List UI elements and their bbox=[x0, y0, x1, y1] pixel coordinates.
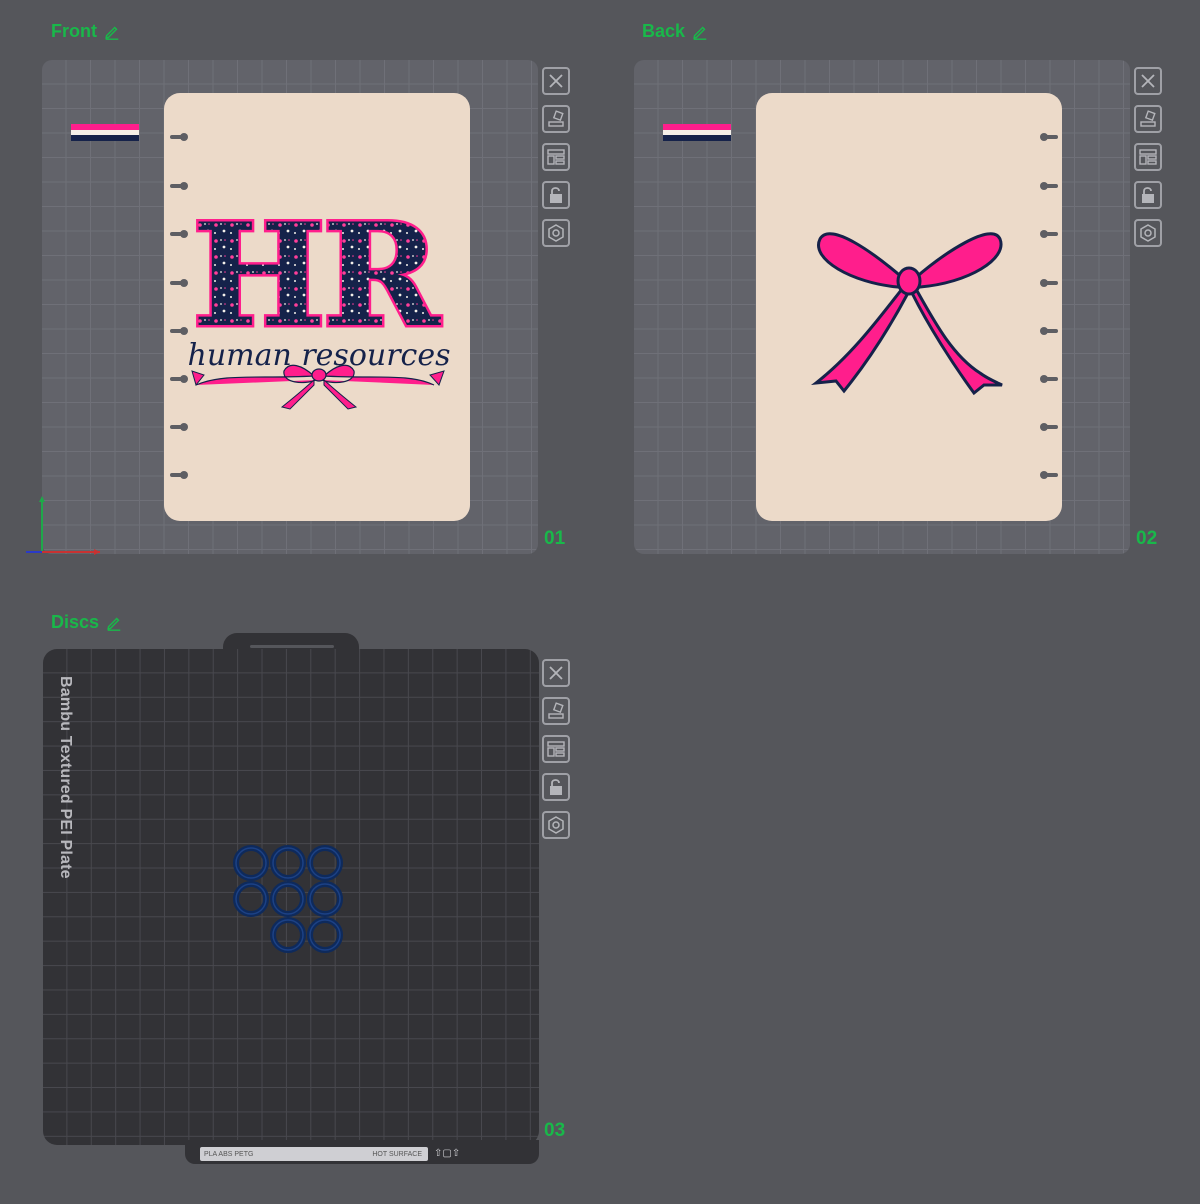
plate-1-title[interactable]: Front bbox=[51, 21, 121, 42]
auto-orient-icon[interactable] bbox=[542, 105, 570, 133]
filament-types: PLA ABS PETG bbox=[204, 1150, 254, 1158]
hr-big-letters: HR bbox=[192, 193, 441, 359]
hot-surface-label: HOT SURFACE bbox=[372, 1150, 422, 1158]
plate-3-toolbar bbox=[542, 659, 570, 839]
plate-2-number: 02 bbox=[1136, 528, 1158, 549]
edit-icon[interactable] bbox=[691, 23, 709, 41]
arrange-icon[interactable] bbox=[1134, 143, 1162, 171]
close-icon[interactable] bbox=[542, 67, 570, 95]
back-cover[interactable] bbox=[756, 93, 1062, 521]
plate-info-strip: PLA ABS PETG HOT SURFACE bbox=[200, 1147, 428, 1161]
plate-3-number: 03 bbox=[544, 1120, 566, 1141]
edit-icon[interactable] bbox=[105, 614, 123, 632]
edit-icon[interactable] bbox=[103, 23, 121, 41]
lock-icon[interactable] bbox=[542, 773, 570, 801]
plate-1-title-text: Front bbox=[51, 21, 97, 41]
close-icon[interactable] bbox=[542, 659, 570, 687]
settings-icon[interactable] bbox=[542, 219, 570, 247]
hr-artwork: HR human resources bbox=[188, 191, 451, 410]
lock-icon[interactable] bbox=[542, 181, 570, 209]
close-icon[interactable] bbox=[1134, 67, 1162, 95]
settings-icon[interactable] bbox=[1134, 219, 1162, 247]
filament-swatch bbox=[71, 124, 139, 141]
axis-gizmo bbox=[26, 496, 100, 555]
bed-type-label: Bambu Textured PEI Plate bbox=[57, 676, 74, 879]
front-cover[interactable]: HR human resources bbox=[164, 93, 470, 521]
plate-3-title[interactable]: Discs bbox=[51, 612, 123, 633]
filament-swatch bbox=[663, 124, 731, 141]
auto-orient-icon[interactable] bbox=[1134, 105, 1162, 133]
strip-icons: ⇧▢⇧ bbox=[434, 1148, 461, 1159]
plate-2-title[interactable]: Back bbox=[642, 21, 709, 42]
arrange-icon[interactable] bbox=[542, 143, 570, 171]
bow-artwork bbox=[810, 232, 1003, 396]
plate-2-toolbar bbox=[1134, 67, 1162, 247]
plate-2-title-text: Back bbox=[642, 21, 686, 41]
plate-3-title-text: Discs bbox=[51, 612, 100, 632]
human-resources-script: human resources bbox=[188, 338, 451, 373]
settings-icon[interactable] bbox=[542, 811, 570, 839]
lock-icon[interactable] bbox=[1134, 181, 1162, 209]
discs-group[interactable] bbox=[230, 842, 350, 958]
plate-1-toolbar bbox=[542, 67, 570, 247]
arrange-icon[interactable] bbox=[542, 735, 570, 763]
plate-handle-slot bbox=[250, 645, 334, 648]
plate-1-number: 01 bbox=[544, 528, 566, 549]
auto-orient-icon[interactable] bbox=[542, 697, 570, 725]
